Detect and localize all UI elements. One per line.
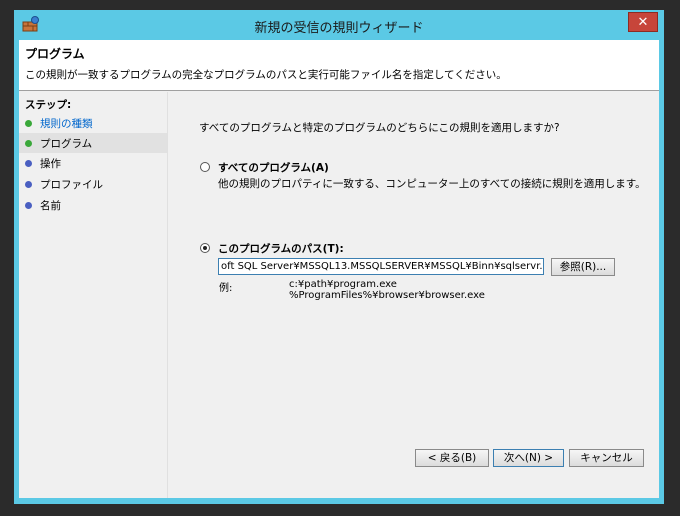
program-path-input[interactable]: oft SQL Server¥MSSQL13.MSSQLSERVER¥MSSQL… xyxy=(218,258,544,275)
cancel-button[interactable]: キャンセル xyxy=(569,449,644,467)
step-status-icon xyxy=(25,140,32,147)
question-text: すべてのプログラムと特定のプログラムのどちらにこの規則を適用しますか? xyxy=(199,122,560,134)
client-area: プログラム この規則が一致するプログラムの完全なプログラムのパスと実行可能ファイ… xyxy=(19,40,659,498)
step-label: 名前 xyxy=(40,200,61,212)
title-bar[interactable]: 新規の受信の規則ウィザード ✕ xyxy=(14,10,664,40)
page-title: プログラム xyxy=(25,47,85,61)
step-label: プログラム xyxy=(40,138,93,150)
steps-heading: ステップ: xyxy=(25,99,72,111)
step-label: 規則の種類 xyxy=(40,118,93,130)
step-status-icon xyxy=(25,160,32,167)
example-label: 例: xyxy=(219,283,233,294)
step-program[interactable]: プログラム xyxy=(19,133,167,153)
step-label: 操作 xyxy=(40,158,61,170)
step-action: 操作 xyxy=(19,153,167,173)
steps-pane: ステップ: 規則の種類 プログラム 操作 プロファイル 名前 xyxy=(19,92,168,498)
program-path-radio[interactable] xyxy=(200,243,210,253)
wizard-window: 新規の受信の規則ウィザード ✕ プログラム この規則が一致するプログラムの完全な… xyxy=(14,10,664,504)
step-rule-type[interactable]: 規則の種類 xyxy=(19,113,167,133)
browse-button[interactable]: 参照(R)... xyxy=(551,258,615,276)
step-status-icon xyxy=(25,202,32,209)
page-header: プログラム この規則が一致するプログラムの完全なプログラムのパスと実行可能ファイ… xyxy=(19,40,659,91)
back-button[interactable]: < 戻る(B) xyxy=(415,449,489,467)
example-line: %ProgramFiles%¥browser¥browser.exe xyxy=(289,290,485,301)
main-pane: すべてのプログラムと特定のプログラムのどちらにこの規則を適用しますか? すべての… xyxy=(171,92,659,498)
page-description: この規則が一致するプログラムの完全なプログラムのパスと実行可能ファイル名を指定し… xyxy=(25,69,507,81)
step-profile: プロファイル xyxy=(19,174,167,194)
example-line: c:¥path¥program.exe xyxy=(289,279,397,290)
step-status-icon xyxy=(25,120,32,127)
all-programs-label[interactable]: すべてのプログラム(A) xyxy=(218,160,329,175)
close-icon: ✕ xyxy=(637,15,649,30)
step-name: 名前 xyxy=(19,195,167,215)
all-programs-radio[interactable] xyxy=(200,162,210,172)
window-title: 新規の受信の規則ウィザード xyxy=(254,21,424,36)
close-button[interactable]: ✕ xyxy=(628,12,658,32)
step-label: プロファイル xyxy=(40,179,103,191)
step-status-icon xyxy=(25,181,32,188)
next-button[interactable]: 次へ(N) > xyxy=(493,449,564,467)
program-path-label[interactable]: このプログラムのパス(T): xyxy=(218,241,344,256)
all-programs-description: 他の規則のプロパティに一致する、コンピューター上のすべての接続に規則を適用します… xyxy=(218,178,646,190)
